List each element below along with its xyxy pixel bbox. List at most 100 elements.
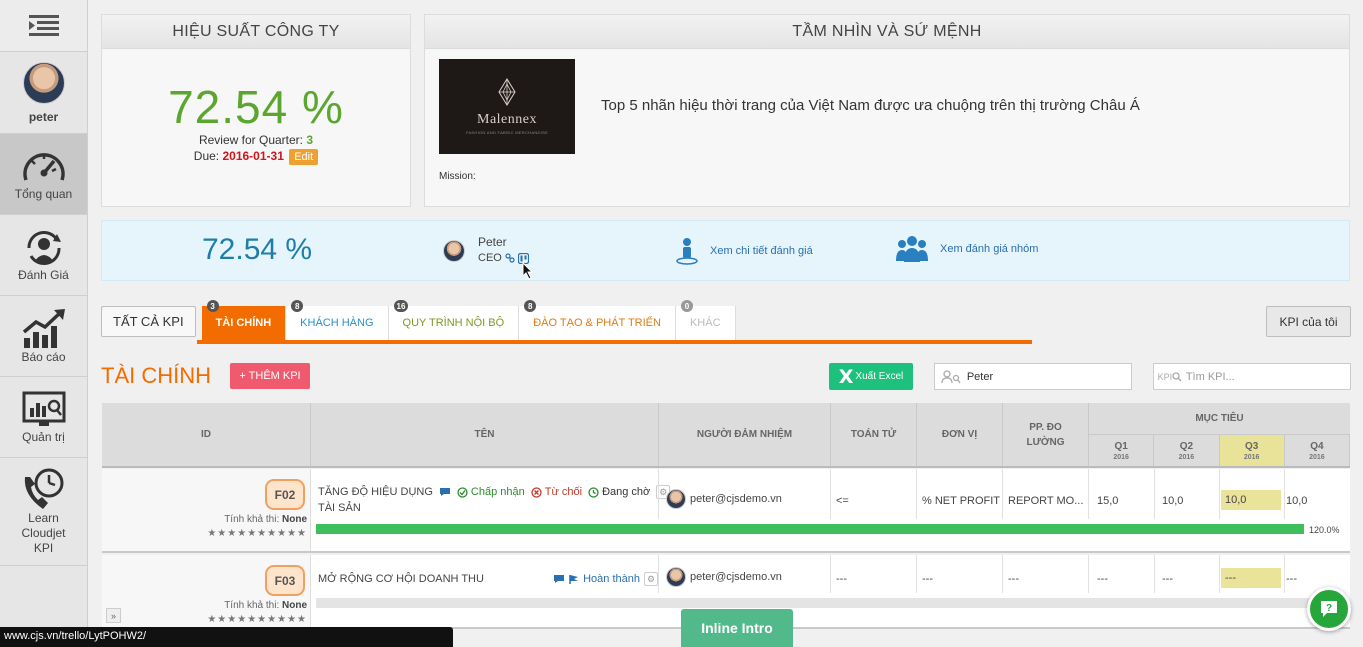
column-header-operator: TOÁN TỬ bbox=[831, 403, 917, 466]
expand-toggle-button[interactable]: » bbox=[106, 608, 121, 623]
person-search-icon bbox=[935, 369, 967, 384]
sidebar-item-label: Đánh Giá bbox=[18, 268, 69, 282]
sidebar-item-danh-gia[interactable]: Đánh Giá bbox=[0, 215, 87, 296]
gear-icon[interactable]: ⚙ bbox=[644, 572, 658, 586]
quarter-number: 3 bbox=[306, 133, 314, 147]
kpi-code[interactable]: F02 bbox=[265, 479, 305, 510]
sidebar-item-label: Quản trị bbox=[22, 430, 65, 444]
sidebar-item-bao-cao[interactable]: Báo cáo bbox=[0, 296, 87, 377]
tab-khac[interactable]: 0 KHÁC bbox=[675, 300, 736, 340]
check-circle-icon bbox=[457, 486, 468, 498]
q4-cell[interactable]: 10,0 bbox=[1286, 495, 1307, 507]
due-line: Due: 2016-01-31 Edit bbox=[102, 149, 410, 165]
phone-clock-icon bbox=[24, 468, 63, 509]
sidebar-item-tong-quan[interactable]: Tổng quan bbox=[0, 134, 87, 215]
person-search-input[interactable] bbox=[966, 370, 1131, 383]
help-chat-button[interactable]: ? bbox=[1307, 587, 1351, 631]
browser-status-url: www.cjs.vn/trello/LytPOHW2/ bbox=[0, 627, 453, 647]
my-kpi-button[interactable]: KPI của tôi bbox=[1266, 306, 1351, 337]
sidebar-user-profile[interactable]: peter bbox=[0, 52, 87, 134]
add-kpi-button[interactable]: + THÊM KPI bbox=[230, 363, 310, 389]
q3-cell[interactable]: --- bbox=[1221, 568, 1281, 588]
menu-collapse-icon bbox=[28, 14, 59, 36]
sidebar-toggle-button[interactable] bbox=[0, 0, 87, 52]
excel-icon: X bbox=[838, 365, 854, 388]
tab-quy-trinh-noi-bo[interactable]: 16 QUY TRÌNH NỘI BỘ bbox=[388, 300, 520, 340]
kpi-progress-bar bbox=[316, 598, 1346, 608]
target-title: MỤC TIÊU bbox=[1089, 403, 1350, 435]
status-done[interactable]: Hoàn thành bbox=[553, 573, 640, 585]
progress-fill bbox=[316, 524, 1304, 534]
kpi-name[interactable]: TĂNG ĐỘ HIỆU DỤNG bbox=[318, 486, 433, 498]
comment-icon[interactable] bbox=[439, 487, 451, 497]
q1-cell[interactable]: 15,0 bbox=[1097, 495, 1118, 507]
company-logo: Malennex FASHION AND FABRIC MERCHANDISE bbox=[439, 59, 575, 154]
rating-stars[interactable]: ★★★★★★★★★★ bbox=[207, 528, 307, 539]
column-header-q1: Q1 2016 bbox=[1089, 435, 1155, 466]
view-evaluation-detail-link[interactable]: Xem chi tiết đánh giá bbox=[676, 237, 813, 265]
status-accept[interactable]: Chấp nhận bbox=[457, 486, 525, 498]
kpi-search-input[interactable] bbox=[1185, 370, 1350, 383]
kpi-progress-bar bbox=[316, 524, 1304, 534]
svg-text:?: ? bbox=[1326, 603, 1332, 614]
summary-strip: 72.54 % Peter CEO Xem chi tiết đánh giá … bbox=[101, 220, 1350, 281]
status-reject[interactable]: Từ chối bbox=[531, 486, 582, 498]
q2-cell[interactable]: 10,0 bbox=[1162, 495, 1183, 507]
section-title: TÀI CHÍNH bbox=[101, 363, 211, 388]
row-id-cell: F02 Tính khả thi: None ★★★★★★★★★★ bbox=[102, 469, 311, 551]
tab-tai-chinh[interactable]: 3 TÀI CHÍNH bbox=[201, 300, 287, 340]
unit-cell: --- bbox=[922, 573, 933, 585]
kpi-table-header: ID TÊN NGƯỜI ĐẢM NHIỆM TOÁN TỬ ĐƠN VỊ PP… bbox=[102, 403, 1350, 468]
user-review-icon bbox=[26, 230, 61, 266]
tab-khach-hang[interactable]: 8 KHÁCH HÀNG bbox=[286, 300, 389, 340]
q3-cell[interactable]: 10,0 bbox=[1221, 490, 1281, 510]
logo-name: Malennex bbox=[477, 112, 537, 127]
group-users-icon bbox=[896, 236, 928, 262]
owner-cell[interactable]: peter@cjsdemo.vn bbox=[666, 567, 782, 587]
sidebar-item-quan-tri[interactable]: Quản trị bbox=[0, 377, 87, 458]
panel-title: TẦM NHÌN VÀ SỨ MỆNH bbox=[425, 15, 1349, 49]
clock-icon bbox=[588, 486, 599, 498]
column-header-id: ID bbox=[102, 403, 311, 466]
flag-icon bbox=[569, 574, 579, 584]
q4-cell[interactable]: --- bbox=[1286, 573, 1297, 585]
diamond-logo-icon bbox=[498, 78, 516, 106]
view-group-evaluation-link[interactable]: Xem đánh giá nhóm bbox=[896, 235, 1038, 263]
monitor-search-icon bbox=[22, 391, 65, 426]
avatar bbox=[22, 61, 65, 104]
review-quarter: Review for Quarter: 3 bbox=[198, 133, 314, 147]
tab-count-badge: 8 bbox=[291, 300, 304, 312]
column-header-owner: NGƯỜI ĐẢM NHIỆM bbox=[659, 403, 831, 466]
tab-count-badge: 3 bbox=[206, 300, 219, 312]
tab-count-badge: 0 bbox=[680, 300, 693, 312]
person-search-field[interactable] bbox=[934, 363, 1132, 390]
column-header-method: PP. ĐO LƯỜNG bbox=[1003, 403, 1089, 466]
q2-cell[interactable]: --- bbox=[1162, 573, 1173, 585]
operator-cell: <= bbox=[836, 495, 849, 507]
column-header-unit: ĐƠN VỊ bbox=[917, 403, 1003, 466]
owner-cell[interactable]: peter@cjsdemo.vn bbox=[666, 489, 782, 509]
rating-stars[interactable]: ★★★★★★★★★★ bbox=[207, 614, 307, 625]
status-pending[interactable]: Đang chờ bbox=[588, 486, 650, 498]
avatar bbox=[443, 240, 465, 262]
link-icon[interactable] bbox=[505, 253, 515, 263]
inline-intro-button[interactable]: Inline Intro bbox=[681, 609, 793, 647]
sidebar-item-learn[interactable]: Learn Cloudjet KPI bbox=[0, 458, 87, 566]
method-cell: --- bbox=[1008, 573, 1019, 585]
column-header-q3: Q3 2016 bbox=[1219, 435, 1285, 466]
export-excel-button[interactable]: X Xuất Excel bbox=[829, 363, 913, 390]
kpi-name[interactable]: MỞ RỘNG CƠ HỘI DOANH THU bbox=[318, 573, 484, 585]
tab-all-kpi[interactable]: TẤT CẢ KPI bbox=[101, 306, 196, 337]
kpi-search-field[interactable]: KPI bbox=[1153, 363, 1351, 390]
method-cell: REPORT MO... bbox=[1008, 495, 1084, 507]
comment-icon bbox=[554, 575, 565, 583]
due-date: 2016-01-31 bbox=[222, 149, 284, 163]
mouse-cursor-icon bbox=[522, 262, 534, 280]
vision-mission-panel: TẦM NHÌN VÀ SỨ MỆNH Malennex FASHION AND… bbox=[424, 14, 1350, 207]
q1-cell[interactable]: --- bbox=[1097, 573, 1108, 585]
edit-button[interactable]: Edit bbox=[289, 149, 319, 165]
kpi-code[interactable]: F03 bbox=[265, 565, 305, 596]
tab-dao-tao-phat-trien[interactable]: 8 ĐÀO TẠO & PHÁT TRIỂN bbox=[519, 300, 676, 340]
avatar bbox=[666, 489, 686, 509]
sidebar-item-label: Learn Cloudjet KPI bbox=[21, 511, 66, 555]
